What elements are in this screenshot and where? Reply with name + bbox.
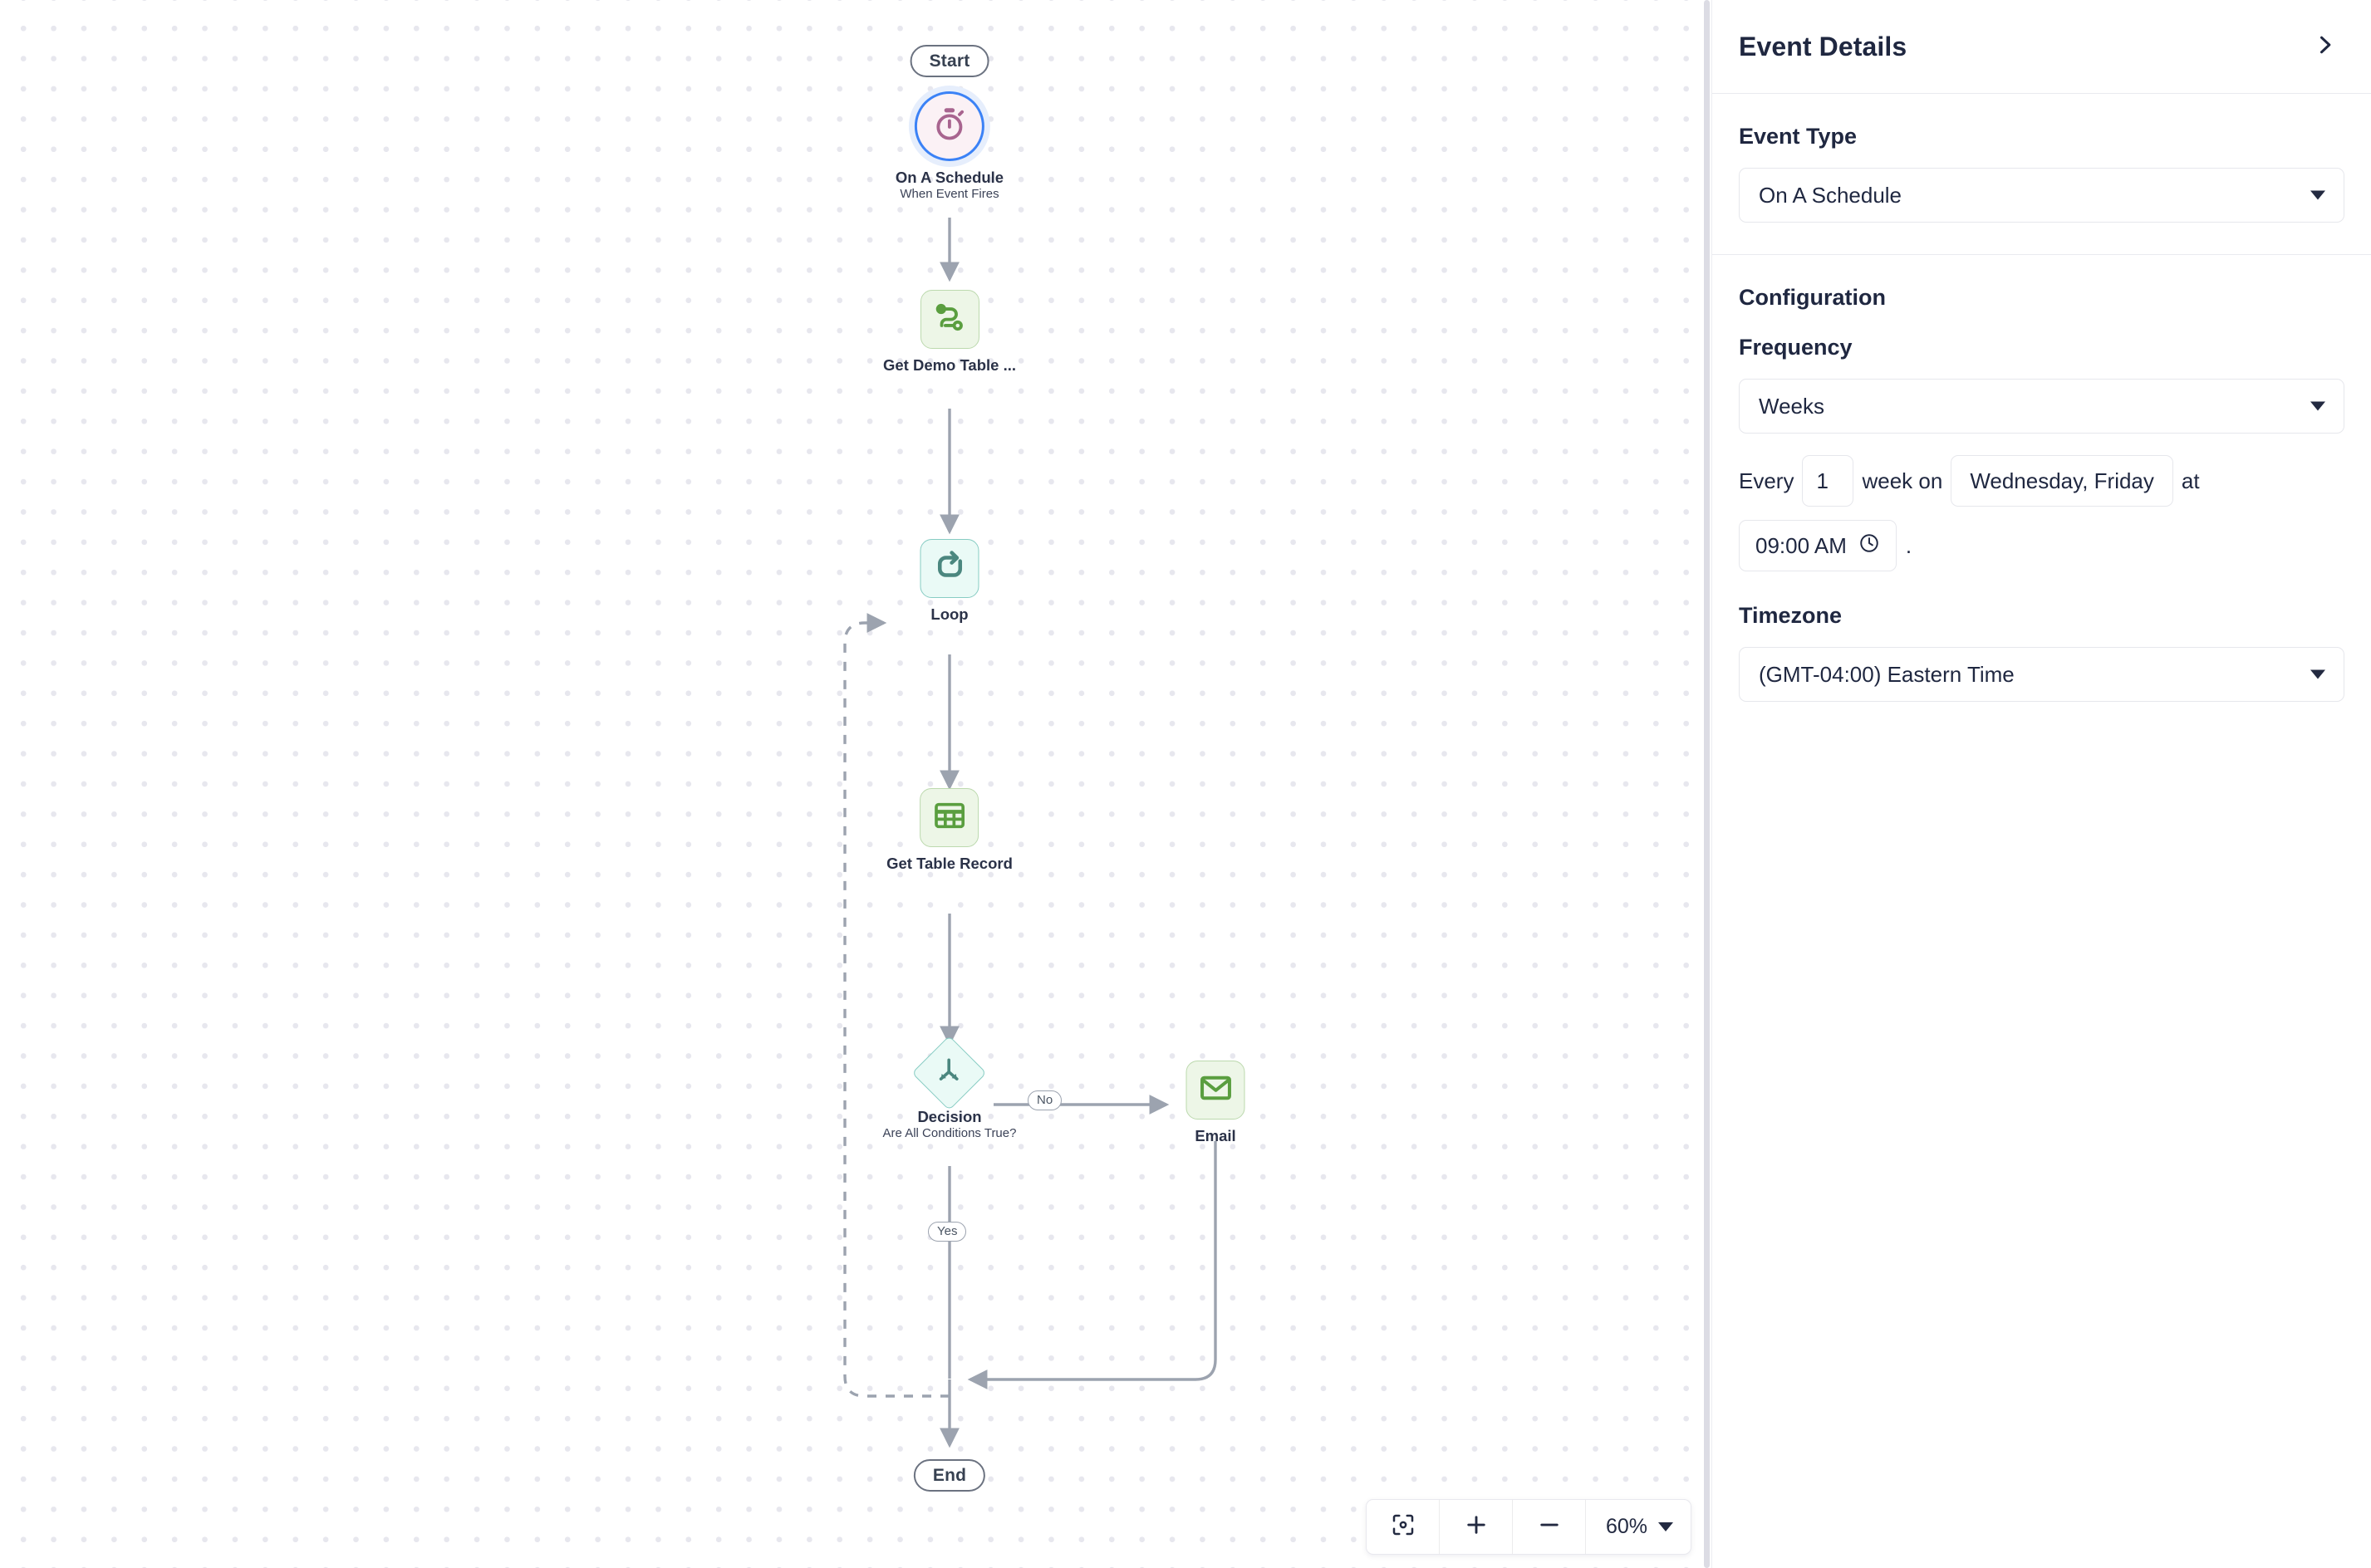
interval-input[interactable]: 1 bbox=[1802, 455, 1854, 507]
node-subtitle: Are All Conditions True? bbox=[882, 1126, 1017, 1141]
configuration-title: Configuration bbox=[1739, 285, 1886, 310]
plus-icon bbox=[1464, 1512, 1489, 1541]
canvas-scrollbar-thumb[interactable] bbox=[1704, 0, 1710, 1568]
time-value: 09:00 AM bbox=[1755, 532, 1847, 558]
node-get-demo-table[interactable]: Get Demo Table ... bbox=[883, 290, 1016, 374]
schedule-period-text: . bbox=[1905, 532, 1912, 558]
flow-connectors bbox=[843, 218, 1217, 1448]
decision-diamond[interactable] bbox=[911, 1035, 988, 1111]
step-box[interactable] bbox=[1186, 1061, 1245, 1120]
event-type-value: On A Schedule bbox=[1759, 182, 1902, 208]
node-title: Get Table Record bbox=[886, 855, 1013, 872]
frequency-label: Frequency bbox=[1739, 335, 1853, 360]
table-icon bbox=[932, 798, 967, 837]
page-title: Event Details bbox=[1739, 31, 1907, 61]
frequency-value: Weeks bbox=[1759, 393, 1824, 419]
zoom-toolbar[interactable]: 60% bbox=[1366, 1499, 1692, 1555]
node-title: Loop bbox=[930, 605, 969, 623]
zoom-level-selector[interactable]: 60% bbox=[1586, 1500, 1691, 1554]
canvas-scrollbar[interactable] bbox=[1704, 0, 1710, 1568]
flow-canvas[interactable]: Start On A Schedule When Event Fires Get… bbox=[0, 0, 1711, 1568]
trigger-circle[interactable] bbox=[915, 91, 984, 161]
node-decision[interactable]: Decision Are All Conditions True? bbox=[882, 1035, 1017, 1142]
collapse-panel-button[interactable] bbox=[2306, 28, 2343, 65]
envelope-icon bbox=[1198, 1071, 1233, 1110]
clock-icon[interactable] bbox=[1858, 532, 1880, 560]
timezone-value: (GMT-04:00) Eastern Time bbox=[1759, 661, 2015, 687]
event-type-select[interactable]: On A Schedule bbox=[1739, 168, 2344, 223]
step-box[interactable] bbox=[920, 539, 979, 598]
schedule-row: Every 1 week on Wednesday, Friday at bbox=[1739, 455, 2344, 507]
timezone-label: Timezone bbox=[1739, 603, 1843, 628]
step-box[interactable] bbox=[920, 788, 979, 847]
chevron-right-icon bbox=[2313, 33, 2336, 61]
event-type-label: Event Type bbox=[1739, 124, 1858, 149]
schedule-at-text: at bbox=[2181, 468, 2200, 493]
schedule-every-text: Every bbox=[1739, 468, 1794, 493]
node-subtitle: When Event Fires bbox=[900, 187, 999, 202]
node-email[interactable]: Email bbox=[1186, 1061, 1245, 1144]
node-start[interactable]: Start bbox=[910, 45, 989, 77]
configuration-section: Configuration Frequency Weeks Every 1 we… bbox=[1712, 255, 2371, 733]
zoom-out-button[interactable] bbox=[1513, 1500, 1586, 1554]
flow-builder-app: Start On A Schedule When Event Fires Get… bbox=[0, 0, 2371, 1568]
node-get-table-record[interactable]: Get Table Record bbox=[886, 788, 1013, 872]
timer-icon bbox=[931, 106, 968, 147]
chevron-down-icon bbox=[2310, 190, 2325, 200]
frequency-select[interactable]: Weeks bbox=[1739, 379, 2344, 434]
node-title: Decision bbox=[917, 1108, 982, 1125]
fit-to-screen-button[interactable] bbox=[1367, 1500, 1440, 1554]
route-icon bbox=[932, 300, 967, 339]
node-title: Get Demo Table ... bbox=[882, 356, 1017, 374]
zoom-level-value: 60% bbox=[1606, 1515, 1648, 1538]
schedule-unit-text: week on bbox=[1862, 468, 1943, 493]
fit-to-screen-icon bbox=[1391, 1512, 1416, 1541]
edge-label-yes: Yes bbox=[928, 1222, 967, 1242]
node-end-label: End bbox=[913, 1459, 986, 1492]
edge-label-no: No bbox=[1028, 1090, 1063, 1110]
timezone-select[interactable]: (GMT-04:00) Eastern Time bbox=[1739, 647, 2344, 702]
node-end[interactable]: End bbox=[913, 1459, 986, 1492]
branch-icon bbox=[935, 1056, 965, 1090]
node-loop[interactable]: Loop bbox=[920, 539, 979, 623]
minus-icon bbox=[1537, 1512, 1562, 1541]
chevron-down-icon bbox=[1658, 1522, 1674, 1531]
node-title: Email bbox=[1195, 1127, 1236, 1144]
chevron-down-icon bbox=[2310, 669, 2325, 679]
event-type-section: Event Type On A Schedule bbox=[1712, 94, 2371, 255]
node-title: On A Schedule bbox=[895, 169, 1004, 186]
time-input[interactable]: 09:00 AM bbox=[1739, 520, 1897, 571]
event-details-panel: Event Details Event Type On A Schedule C… bbox=[1711, 0, 2371, 1568]
zoom-in-button[interactable] bbox=[1440, 1500, 1513, 1554]
panel-header: Event Details bbox=[1712, 0, 2371, 94]
diamond-shell bbox=[911, 1035, 988, 1111]
chevron-down-icon bbox=[2310, 401, 2325, 411]
loop-icon bbox=[932, 549, 967, 588]
node-start-label: Start bbox=[910, 45, 989, 77]
time-row: 09:00 AM . bbox=[1739, 520, 2344, 571]
node-on-a-schedule[interactable]: On A Schedule When Event Fires bbox=[896, 91, 1004, 203]
days-of-week-select[interactable]: Wednesday, Friday bbox=[1951, 455, 2173, 507]
step-box[interactable] bbox=[920, 290, 979, 349]
